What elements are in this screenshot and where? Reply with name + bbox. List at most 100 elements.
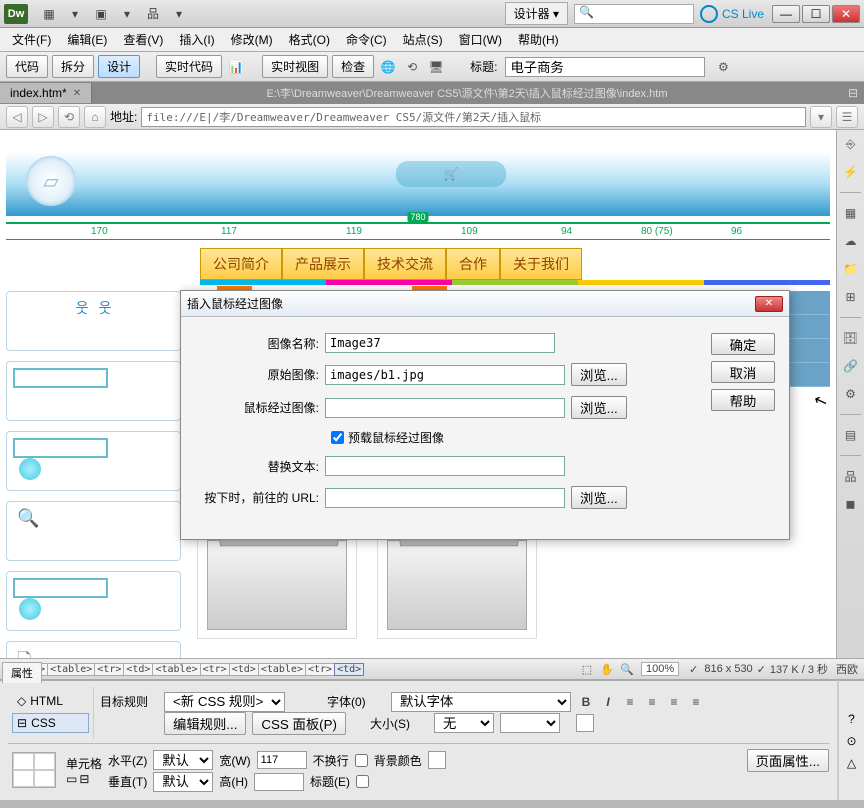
refresh-button[interactable]: ⟲ [58,106,80,128]
browse-rollover-button[interactable]: 浏览... [571,396,627,419]
edit-rule-button[interactable]: 编辑规则... [164,712,246,735]
cancel-button[interactable]: 取消 [711,361,775,383]
close-button[interactable]: ✕ [832,5,860,23]
databases-icon[interactable]: 🗄 [841,328,861,348]
header-checkbox[interactable] [356,775,369,788]
ap-elements-icon[interactable]: ▦ [841,203,861,223]
assets-panel-icon[interactable]: ⊞ [841,287,861,307]
css-panel-icon[interactable]: ⚡ [841,162,861,182]
code-view-button[interactable]: 代码 [6,55,48,78]
browser-icon[interactable]: 🌐 [378,57,398,77]
horz-select[interactable]: 默认 [153,750,213,770]
refresh-icon[interactable]: 🖥 [426,57,446,77]
dropdown-icon[interactable]: ▾ [170,5,188,23]
bgcolor-swatch[interactable] [428,751,446,769]
sync-icon[interactable]: ⊟ [842,86,864,100]
menu-edit[interactable]: 编辑(E) [59,28,115,51]
bindings-icon[interactable]: 🔗 [841,356,861,376]
vert-select[interactable]: 默认 [153,772,213,792]
menu-file[interactable]: 文件(F) [4,28,59,51]
f4-icon[interactable]: 📊 [226,57,246,77]
layout-icon[interactable]: ▦ [40,5,58,23]
cs-live-button[interactable]: CS Live [700,5,764,23]
back-button[interactable]: ◁ [6,106,28,128]
menu-insert[interactable]: 插入(I) [171,28,222,51]
align-center-icon[interactable]: ≡ [643,693,661,711]
preload-checkbox[interactable] [331,431,344,444]
cell-icon[interactable] [12,752,56,788]
ok-button[interactable]: 确定 [711,333,775,355]
quickedit-icon[interactable]: ⊙ [846,734,856,748]
url-input[interactable] [325,488,565,508]
zoom-tool-icon[interactable]: 🔍 [619,661,635,677]
multiscreen-icon[interactable]: ⟲ [402,57,422,77]
search-input[interactable]: 🔍 [574,4,694,24]
width-input[interactable] [257,751,307,769]
frames-icon[interactable]: ▤ [841,425,861,445]
home-button[interactable]: ⌂ [84,106,106,128]
html-mode-button[interactable]: ◇ HTML [12,691,89,711]
minimize-button[interactable]: — [772,5,800,23]
document-tab[interactable]: index.htm* ✕ [0,83,92,103]
height-input[interactable] [254,773,304,791]
browse-url-button[interactable]: 浏览... [571,486,627,509]
align-left-icon[interactable]: ≡ [621,693,639,711]
zoom-level[interactable]: 100% [641,662,679,676]
forward-button[interactable]: ▷ [32,106,54,128]
expand-icon[interactable]: △ [847,756,856,770]
dialog-title-bar[interactable]: 插入鼠标经过图像 ✕ [181,291,789,317]
bold-icon[interactable]: B [577,693,595,711]
address-input[interactable] [141,107,806,127]
tab-close-icon[interactable]: ✕ [73,88,81,99]
window-size[interactable]: 816 x 530 [704,663,752,675]
tag-selector[interactable]: <body><table><tr><td><table><tr><td><tab… [6,663,363,675]
live-code-button[interactable]: 实时代码 [156,55,222,78]
help-icon[interactable]: ? [848,712,855,726]
history-icon[interactable]: 品 [841,466,861,486]
help-button[interactable]: 帮助 [711,389,775,411]
workspace-selector[interactable]: 设计器 ▾ [505,2,568,25]
addr-options[interactable]: ☰ [836,106,858,128]
split-view-button[interactable]: 拆分 [52,55,94,78]
target-rule-select[interactable]: <新 CSS 规则> [164,692,285,712]
inspect-button[interactable]: 检查 [332,55,374,78]
browse-original-button[interactable]: 浏览... [571,363,627,386]
options-icon[interactable]: ⚙ [713,57,733,77]
rollover-image-input[interactable] [325,398,565,418]
menu-window[interactable]: 窗口(W) [451,28,510,51]
italic-icon[interactable]: I [599,693,617,711]
maximize-button[interactable]: ☐ [802,5,830,23]
dropdown-icon[interactable]: ▾ [118,5,136,23]
insert-panel-icon[interactable]: ⎆ [841,134,861,154]
dialog-close-button[interactable]: ✕ [755,296,783,312]
size-unit-select[interactable] [500,713,560,733]
align-right-icon[interactable]: ≡ [665,693,683,711]
alt-text-input[interactable] [325,456,565,476]
site-icon[interactable]: 品 [144,5,162,23]
align-justify-icon[interactable]: ≡ [687,693,705,711]
nowrap-checkbox[interactable] [355,754,368,767]
font-select[interactable]: 默认字体 [391,692,571,712]
split-cell-icon[interactable]: ⊟ [79,772,89,786]
design-view-button[interactable]: 设计 [98,55,140,78]
menu-help[interactable]: 帮助(H) [510,28,567,51]
image-name-input[interactable] [325,333,555,353]
extension-icon[interactable]: ▣ [92,5,110,23]
live-view-button[interactable]: 实时视图 [262,55,328,78]
menu-modify[interactable]: 修改(M) [223,28,281,51]
behaviors-icon[interactable]: ⚙ [841,384,861,404]
menu-view[interactable]: 查看(V) [115,28,171,51]
select-tool-icon[interactable]: ⬚ [579,661,595,677]
color-swatch[interactable] [576,714,594,732]
menu-site[interactable]: 站点(S) [395,28,451,51]
files-panel-icon[interactable]: 📁 [841,259,861,279]
addr-dropdown[interactable]: ▾ [810,106,832,128]
page-properties-button[interactable]: 页面属性... [747,749,829,772]
tag-icon[interactable]: ◼ [841,494,861,514]
dropdown-icon[interactable]: ▾ [66,5,84,23]
encoding[interactable]: 西欧 [836,661,858,677]
title-input[interactable] [505,57,705,77]
css-panel-button[interactable]: CSS 面板(P) [252,712,346,735]
menu-commands[interactable]: 命令(C) [338,28,395,51]
size-select[interactable]: 无 [434,713,494,733]
